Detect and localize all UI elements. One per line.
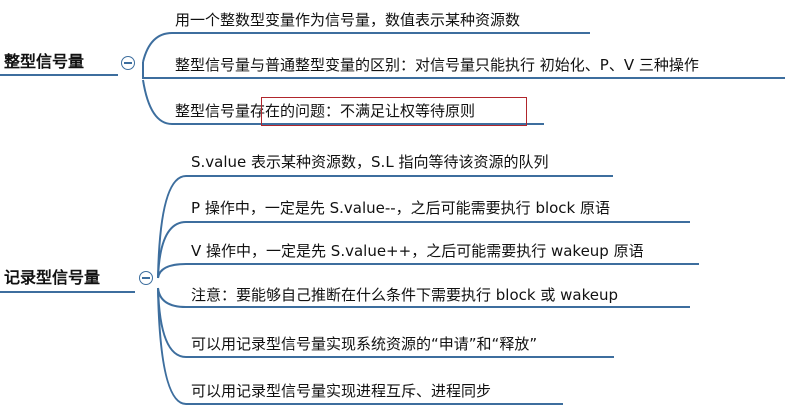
node-record-4[interactable]: 注意：要能够自己推断在什么条件下需要执行 block 或 wakeup <box>191 285 618 305</box>
node-record-2[interactable]: P 操作中，一定是先 S.value--，之后可能需要执行 block 原语 <box>191 198 610 218</box>
collapse-icon[interactable] <box>139 271 153 285</box>
node-record-1[interactable]: S.value 表示某种资源数，S.L 指向等待该资源的队列 <box>191 152 548 172</box>
node-integer-2[interactable]: 整型信号量与普通整型变量的区别：对信号量只能执行 初始化、P、V 三种操作 <box>175 55 699 75</box>
branch-2-1 <box>157 175 613 279</box>
branch-2-3 <box>157 263 699 279</box>
highlight-box <box>261 97 527 126</box>
node-record-3[interactable]: V 操作中，一定是先 S.value++，之后可能需要执行 wakeup 原语 <box>191 241 644 261</box>
node-record-5[interactable]: 可以用记录型信号量实现系统资源的“申请”和“释放” <box>191 334 537 354</box>
node-record-6[interactable]: 可以用记录型信号量实现进程互斥、进程同步 <box>191 381 491 401</box>
node-integer-1[interactable]: 用一个整数型变量作为信号量，数值表示某种资源数 <box>175 10 520 30</box>
root-node-integer-semaphore[interactable]: 整型信号量 <box>4 52 84 72</box>
collapse-icon[interactable] <box>121 56 135 70</box>
root-node-record-semaphore[interactable]: 记录型信号量 <box>4 268 100 288</box>
node-integer-3-plain: 整型信号量 <box>175 102 251 120</box>
